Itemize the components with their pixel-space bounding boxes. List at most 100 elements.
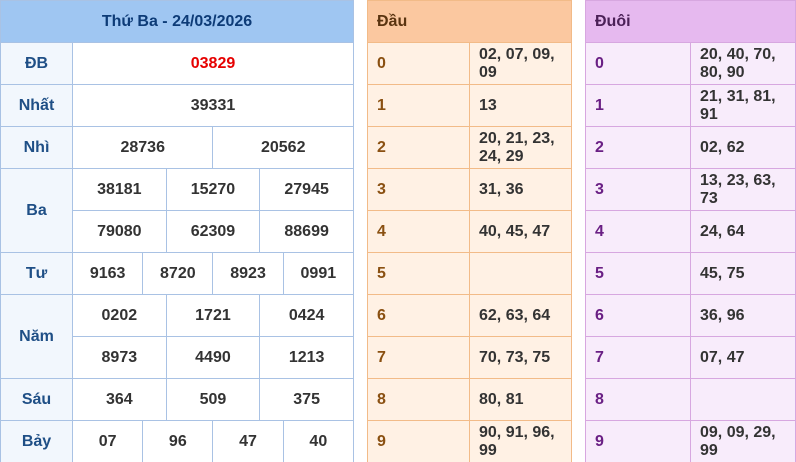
prize-number: 47 [212, 420, 284, 462]
prize-label: ĐB [0, 42, 73, 85]
digit-values: 36, 96 [690, 294, 796, 337]
prize-label: Tư [0, 252, 73, 295]
prize-row-third: Ba 38181 15270 27945 [0, 168, 354, 253]
digit: 2 [585, 126, 691, 169]
head-digit-row: 6 62, 63, 64 [367, 294, 572, 337]
digit-values [690, 378, 796, 421]
digit: 5 [585, 252, 691, 295]
digit: 0 [367, 42, 470, 85]
prize-number: 0991 [282, 252, 355, 295]
tail-digit-row: 1 21, 31, 81, 91 [585, 84, 796, 127]
head-digit-row: 4 40, 45, 47 [367, 210, 572, 253]
prize-number: 1721 [165, 294, 261, 337]
prize-row-special: ĐB 03829 [0, 42, 354, 85]
digit-values: 31, 36 [469, 168, 572, 211]
prize-label: Sáu [0, 378, 73, 421]
digit-values: 45, 75 [690, 252, 796, 295]
head-digit-row: 9 90, 91, 96, 99 [367, 420, 572, 462]
prize-number: 07 [71, 420, 144, 462]
prize-number: 40 [282, 420, 355, 462]
prize-number: 0424 [259, 294, 354, 337]
head-digit-table: Đầu 0 02, 07, 09, 09 1 13 2 20, 21, 23, 24,… [367, 0, 572, 462]
tail-digit-row: 0 20, 40, 70, 80, 90 [585, 42, 796, 85]
prize-number: 88699 [259, 210, 354, 253]
digit-values: 13 [469, 84, 572, 127]
tail-digit-table: Đuôi 0 20, 40, 70, 80, 90 1 21, 31, 81, 91… [585, 0, 796, 462]
lottery-results-table: Thứ Ba - 24/03/2026 ĐB 03829 Nhất 39331 … [0, 0, 355, 462]
head-digit-row: 2 20, 21, 23, 24, 29 [367, 126, 572, 169]
prize-number: 8923 [212, 252, 284, 295]
prize-number: 27945 [259, 168, 354, 211]
prize-number: 9163 [71, 252, 144, 295]
prize-row-fourth: Tư 9163 8720 8923 0991 [0, 252, 355, 295]
digit-values: 80, 81 [469, 378, 572, 421]
prize-number: 39331 [72, 84, 354, 127]
head-digit-row: 5 [367, 252, 572, 295]
digit: 8 [367, 378, 470, 421]
prize-number: 375 [259, 378, 354, 421]
digit-values: 62, 63, 64 [469, 294, 572, 337]
head-digit-row: 0 02, 07, 09, 09 [367, 42, 572, 85]
prize-number: 509 [165, 378, 261, 421]
digit: 7 [585, 336, 691, 379]
prize-number: 79080 [72, 210, 167, 253]
prize-number: 62309 [165, 210, 261, 253]
head-digit-header: Đầu [367, 0, 572, 43]
digit-values: 20, 21, 23, 24, 29 [469, 126, 572, 169]
digit: 7 [367, 336, 470, 379]
head-digit-row: 1 13 [367, 84, 572, 127]
digit: 3 [367, 168, 470, 211]
prize-row-sixth: Sáu 364 509 375 [0, 378, 354, 421]
digit-values: 70, 73, 75 [469, 336, 572, 379]
digit-values: 20, 40, 70, 80, 90 [690, 42, 796, 85]
prize-row-seventh: Bảy 07 96 47 40 [0, 420, 355, 462]
prize-row-first: Nhất 39331 [0, 84, 354, 127]
digit-values [469, 252, 572, 295]
digit: 1 [367, 84, 470, 127]
tail-digit-header: Đuôi [585, 0, 796, 43]
prize-label: Bảy [0, 420, 73, 462]
digit-values: 07, 47 [690, 336, 796, 379]
tail-digit-row: 8 [585, 378, 796, 421]
head-digit-row: 8 80, 81 [367, 378, 572, 421]
prize-number: 1213 [259, 336, 354, 379]
prize-number: 96 [142, 420, 214, 462]
digit: 3 [585, 168, 691, 211]
prize-number: 0202 [72, 294, 167, 337]
digit: 1 [585, 84, 691, 127]
tail-digit-row: 7 07, 47 [585, 336, 796, 379]
tail-digit-row: 9 09, 09, 29, 99 [585, 420, 796, 462]
digit-values: 90, 91, 96, 99 [469, 420, 572, 462]
prize-number: 38181 [72, 168, 167, 211]
prize-row-second: Nhì 28736 20562 [0, 126, 354, 169]
prize-number-special: 03829 [72, 42, 354, 85]
digit: 9 [585, 420, 691, 462]
tail-digit-row: 3 13, 23, 63, 73 [585, 168, 796, 211]
digit-values: 40, 45, 47 [469, 210, 572, 253]
digit-values: 13, 23, 63, 73 [690, 168, 796, 211]
prize-number: 28736 [71, 126, 214, 169]
prize-number: 8720 [142, 252, 214, 295]
tail-digit-row: 6 36, 96 [585, 294, 796, 337]
prize-label: Ba [0, 168, 73, 253]
tail-digit-row: 4 24, 64 [585, 210, 796, 253]
prize-label: Nhì [0, 126, 73, 169]
digit-values: 02, 62 [690, 126, 796, 169]
digit: 8 [585, 378, 691, 421]
digit: 6 [585, 294, 691, 337]
digit: 0 [585, 42, 691, 85]
digit-values: 21, 31, 81, 91 [690, 84, 796, 127]
prize-label: Năm [0, 294, 73, 379]
prize-number: 364 [72, 378, 167, 421]
prize-number: 8973 [72, 336, 167, 379]
prize-label: Nhất [0, 84, 73, 127]
digit: 4 [367, 210, 470, 253]
prize-number: 4490 [165, 336, 261, 379]
tail-digit-row: 2 02, 62 [585, 126, 796, 169]
digit: 5 [367, 252, 470, 295]
digit: 9 [367, 420, 470, 462]
results-title: Thứ Ba - 24/03/2026 [0, 0, 354, 43]
digit: 4 [585, 210, 691, 253]
prize-number: 20562 [212, 126, 354, 169]
digit: 2 [367, 126, 470, 169]
